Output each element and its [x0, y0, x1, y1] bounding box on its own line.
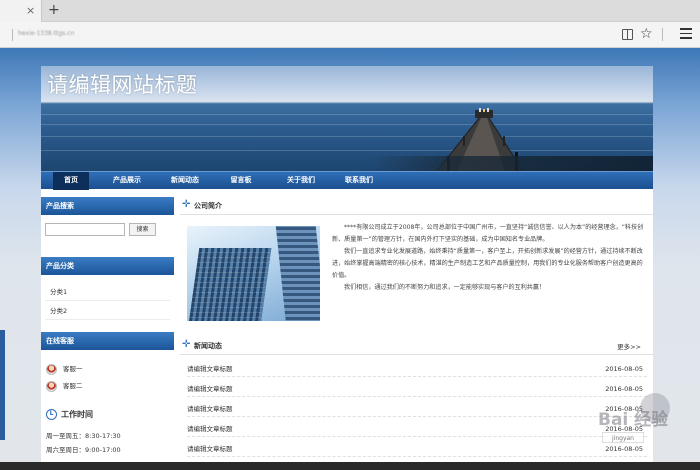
banner: 请编辑网站标题: [41, 66, 653, 171]
wave-line: [41, 150, 653, 151]
service-item[interactable]: 客服一: [46, 362, 83, 376]
product-category-heading: 产品分类: [41, 257, 174, 275]
news-row[interactable]: 请编辑文章标题 2016-08-05: [187, 362, 647, 377]
watermark-text: Bai 经验: [598, 410, 669, 430]
plus-icon: ✛: [182, 339, 191, 350]
new-tab-icon[interactable]: +: [48, 2, 60, 18]
clock-icon: L: [46, 409, 57, 420]
wave-line: [41, 124, 653, 125]
more-news-link[interactable]: 更多>>: [617, 341, 641, 351]
customer-service-avatar-icon: [46, 380, 57, 392]
wave-line: [41, 114, 653, 115]
nav-item-home[interactable]: 首页: [53, 172, 89, 190]
divider: [662, 28, 663, 41]
about-text: ****有限公司成立于2008年，公司总部位于中国广州市，一直坚持“诚信信誉、以…: [332, 222, 647, 294]
news-item-title[interactable]: 请编辑文章标题: [187, 422, 233, 437]
customer-service-avatar-icon: [46, 363, 57, 375]
news-item-date: 2016-08-05: [605, 365, 643, 373]
news-item-title[interactable]: 请编辑文章标题: [187, 402, 233, 417]
nav-item-contact[interactable]: 联系我们: [333, 172, 385, 190]
nav-item-about[interactable]: 关于我们: [275, 172, 327, 190]
product-search-heading: 产品搜索: [41, 197, 174, 215]
news-row[interactable]: 请编辑文章标题 2016-08-05: [187, 382, 647, 397]
address-bar: hexie-1338.ttgs.cn ☆: [0, 22, 700, 48]
company-building-image: [187, 226, 320, 321]
reading-view-icon[interactable]: [622, 29, 633, 40]
building-shape: [187, 248, 272, 321]
building-shape: [275, 226, 320, 321]
service-label: 客服二: [63, 382, 83, 390]
about-paragraph: 我们一直追求专业化发展道路，始终秉持“质量第一，客户至上，开拓创新求发展”的经营…: [332, 248, 643, 279]
site-title: 请编辑网站标题: [47, 73, 198, 97]
news-item-title[interactable]: 请编辑文章标题: [187, 442, 233, 457]
page-edge-decoration: [0, 330, 5, 440]
worktime-line: 周一至周五：8:30-17:30: [46, 432, 121, 440]
close-tab-icon[interactable]: ×: [26, 4, 35, 18]
news-row[interactable]: 请编辑文章标题 2016-08-05: [187, 442, 647, 457]
category-item[interactable]: 分类1: [45, 284, 170, 301]
rocks: [371, 156, 653, 171]
news-section-header: ✛ 新闻动态 更多>>: [180, 337, 653, 355]
online-service-heading: 在线客服: [41, 332, 174, 350]
news-title: 新闻动态: [194, 342, 222, 350]
baidu-watermark: Bai 经验 jingyan: [598, 385, 694, 447]
about-section-header: ✛ 公司简介: [180, 197, 653, 215]
favorite-star-icon[interactable]: ☆: [640, 25, 653, 43]
news-item-title[interactable]: 请编辑文章标题: [187, 362, 233, 377]
wave-line: [41, 136, 653, 137]
service-item[interactable]: 客服二: [46, 379, 83, 393]
about-title: 公司简介: [194, 202, 222, 210]
watermark-subtext: jingyan: [602, 432, 644, 443]
about-paragraph: 我们相信，通过我们的不断努力和追求，一定能够实现与客户的互利共赢！: [344, 284, 546, 291]
plus-icon: ✛: [182, 199, 191, 210]
main-nav: 首页 产品展示 新闻动态 留言板 关于我们 联系我们: [41, 171, 653, 190]
nav-item-guestbook[interactable]: 留言板: [219, 172, 263, 190]
divider: [12, 29, 13, 41]
news-row[interactable]: 请编辑文章标题 2016-08-05: [187, 402, 647, 417]
nav-item-products[interactable]: 产品展示: [101, 172, 153, 190]
news-row[interactable]: 请编辑文章标题 2016-08-05: [187, 422, 647, 437]
search-button[interactable]: 搜索: [129, 223, 156, 236]
service-label: 客服一: [63, 365, 83, 373]
about-paragraph: ****有限公司成立于2008年，公司总部位于中国广州市，一直坚持“诚信信誉、以…: [332, 224, 644, 243]
worktime-line: 周六至周日：9:00-17:00: [46, 446, 121, 454]
category-item[interactable]: 分类2: [45, 303, 170, 320]
news-item-title[interactable]: 请编辑文章标题: [187, 382, 233, 397]
website-container: 请编辑网站标题 首页 产品展示 新闻动态 留言板 关于我们 联系我们 产品搜索 …: [41, 66, 653, 470]
browser-tab[interactable]: ×: [0, 0, 42, 22]
nav-item-news[interactable]: 新闻动态: [159, 172, 211, 190]
browser-tab-strip: × +: [0, 0, 700, 22]
worktime-title: 工作时间: [61, 410, 93, 419]
url-field[interactable]: hexie-1338.ttgs.cn: [18, 30, 74, 37]
product-search-input[interactable]: [45, 223, 125, 236]
bottom-bar: [0, 462, 700, 470]
hamburger-menu-icon[interactable]: [680, 28, 692, 40]
